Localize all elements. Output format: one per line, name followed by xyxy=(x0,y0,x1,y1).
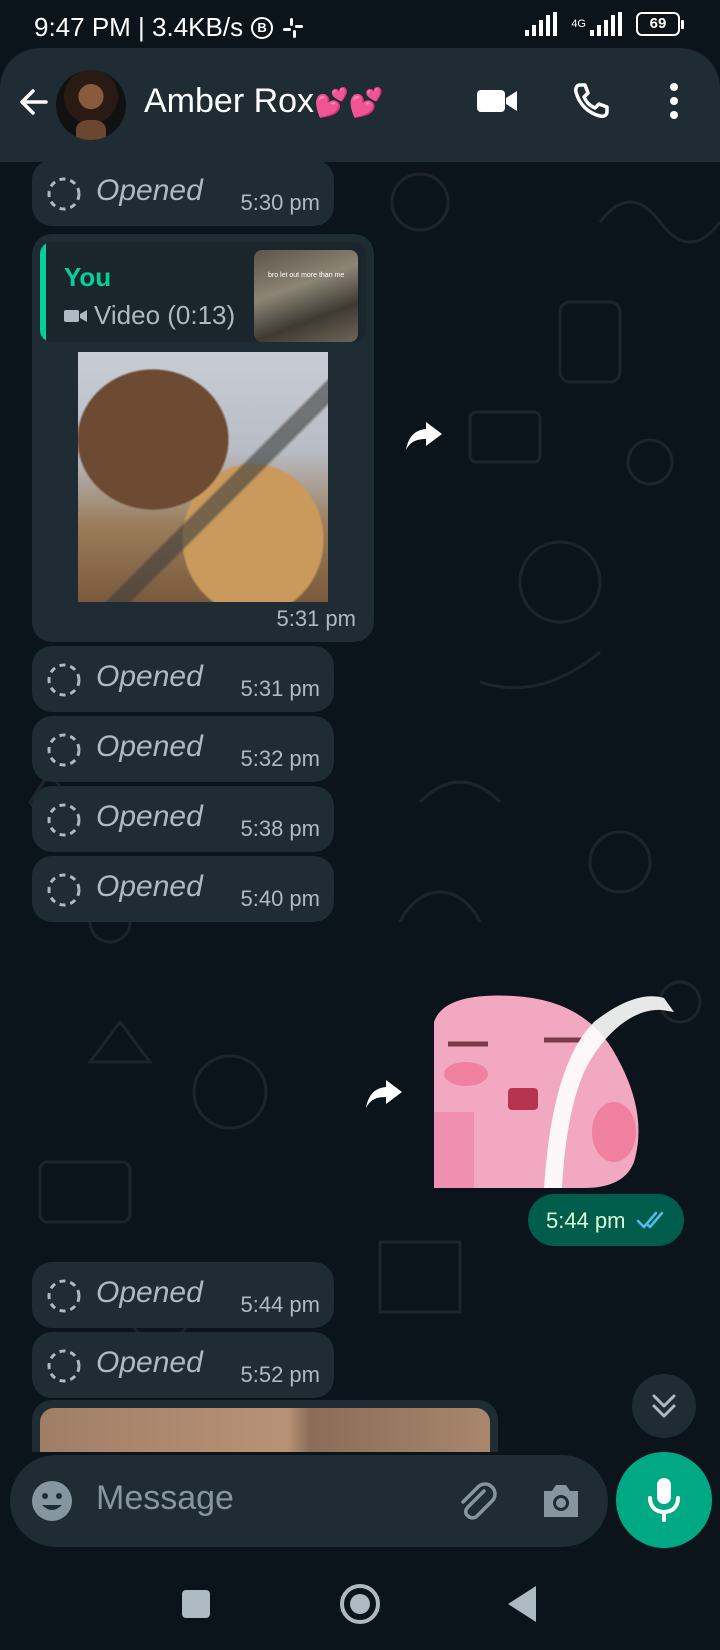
opened-label: Opened xyxy=(96,1276,203,1309)
more-options-icon[interactable] xyxy=(668,82,680,120)
opened-label: Opened xyxy=(96,800,203,833)
quoted-reply[interactable]: You Video (0:13) bro let out more than m… xyxy=(40,242,366,342)
message-input[interactable]: Message xyxy=(96,1479,234,1518)
opened-message[interactable]: Opened 5:40 pm xyxy=(32,856,334,922)
double-check-read-icon xyxy=(636,1211,664,1229)
contact-name[interactable]: Amber Rox💕💕 xyxy=(144,82,384,121)
message-time: 5:30 pm xyxy=(240,190,321,215)
opened-label: Opened xyxy=(96,870,203,903)
outgoing-message-status: 5:44 pm xyxy=(528,1194,684,1246)
opened-message[interactable]: Opened 5:32 pm xyxy=(32,716,334,782)
b-badge-icon: B xyxy=(251,16,274,39)
contact-name-text: Amber Rox xyxy=(144,82,315,120)
quoted-video: Video (0:13) xyxy=(64,300,235,331)
avatar[interactable] xyxy=(56,70,126,140)
sticker-image[interactable] xyxy=(434,992,684,1188)
signal-icon-2 xyxy=(590,12,622,36)
opened-message[interactable]: Opened 5:30 pm xyxy=(32,162,334,226)
message-time: 5:40 pm xyxy=(240,886,321,911)
view-once-icon xyxy=(47,1279,81,1313)
voice-call-icon[interactable] xyxy=(572,82,610,120)
view-once-icon xyxy=(47,803,81,837)
opened-label: Opened xyxy=(96,660,203,693)
home-icon[interactable] xyxy=(340,1584,380,1624)
recent-apps-icon[interactable] xyxy=(182,1590,210,1618)
message-time: 5:44 pm xyxy=(240,1292,321,1317)
image-message-partial[interactable] xyxy=(32,1400,498,1452)
forward-icon[interactable] xyxy=(364,1078,404,1110)
opened-label: Opened xyxy=(96,174,203,207)
opened-message[interactable]: Opened 5:38 pm xyxy=(32,786,334,852)
system-navigation-bar xyxy=(0,1560,720,1650)
double-chevron-down-icon xyxy=(652,1394,676,1418)
video-preview[interactable] xyxy=(78,352,328,602)
voice-message-button[interactable] xyxy=(616,1452,712,1548)
status-bar: 9:47 PM | 3.4KB/s B 4G 69 xyxy=(0,0,720,50)
message-time: 5:44 pm xyxy=(546,1208,626,1233)
opened-message[interactable]: Opened 5:31 pm xyxy=(32,646,334,712)
view-once-icon xyxy=(47,733,81,767)
attach-icon[interactable] xyxy=(454,1479,498,1523)
system-back-icon[interactable] xyxy=(508,1586,536,1622)
network-type: 4G xyxy=(571,17,586,30)
status-right: 4G 69 xyxy=(525,12,684,36)
message-time: 5:32 pm xyxy=(240,746,321,771)
chat-header: Amber Rox💕💕 xyxy=(0,48,720,162)
reply-video-message[interactable]: You Video (0:13) bro let out more than m… xyxy=(32,234,374,642)
thumbnail-caption: bro let out more than me xyxy=(268,272,345,279)
forward-icon[interactable] xyxy=(404,420,444,452)
opened-label: Opened xyxy=(96,1346,203,1379)
message-time: 5:31 pm xyxy=(240,676,321,701)
scroll-to-bottom-button[interactable] xyxy=(632,1374,696,1438)
quoted-thumbnail: bro let out more than me xyxy=(254,250,358,342)
signal-icon xyxy=(525,12,558,36)
message-time: 5:31 pm xyxy=(276,606,357,631)
status-left: 9:47 PM | 3.4KB/s B xyxy=(34,12,305,43)
chat-area[interactable]: Opened 5:30 pm You Video (0:13) bro let … xyxy=(0,162,720,1452)
quoted-video-label: Video (0:13) xyxy=(94,300,236,330)
opened-message[interactable]: Opened 5:44 pm xyxy=(32,1262,334,1328)
view-once-icon xyxy=(47,663,81,697)
camera-icon[interactable] xyxy=(540,1481,582,1521)
name-emoji: 💕💕 xyxy=(314,87,384,118)
view-once-icon xyxy=(47,177,81,211)
view-once-icon xyxy=(47,873,81,907)
message-input-bar: Message xyxy=(10,1455,608,1547)
emoji-icon[interactable] xyxy=(30,1479,74,1523)
opened-message[interactable]: Opened 5:52 pm xyxy=(32,1332,334,1398)
message-time: 5:52 pm xyxy=(240,1362,321,1387)
slack-icon xyxy=(283,17,304,38)
quoted-author: You xyxy=(64,262,112,292)
microphone-icon xyxy=(648,1478,680,1522)
view-once-icon xyxy=(47,1349,81,1383)
message-time: 5:38 pm xyxy=(240,816,321,841)
video-camera-icon xyxy=(64,309,87,322)
battery-icon: 69 xyxy=(636,12,684,36)
back-arrow-icon[interactable] xyxy=(16,84,52,120)
video-call-icon[interactable] xyxy=(476,84,518,118)
status-time: 9:47 PM | 3.4KB/s xyxy=(34,12,244,42)
opened-label: Opened xyxy=(96,730,203,763)
